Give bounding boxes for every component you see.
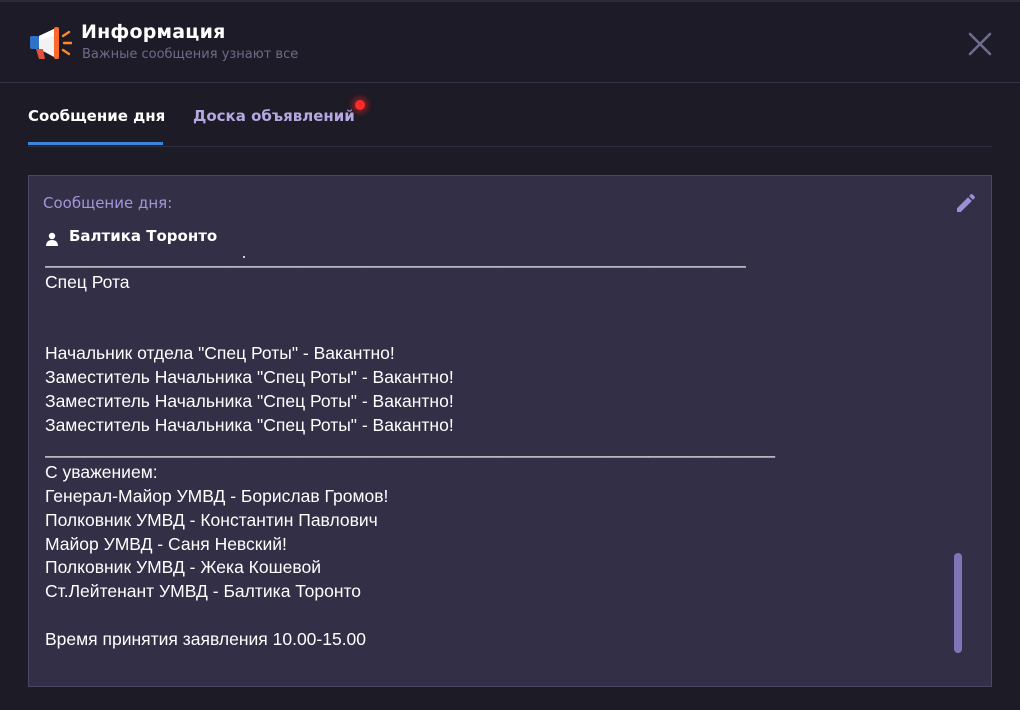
active-tab-indicator — [28, 142, 163, 145]
info-window: Информация Важные сообщения узнают все С… — [0, 0, 1020, 710]
window-title: Информация — [81, 21, 226, 43]
tab-message-of-the-day[interactable]: Сообщение дня — [28, 107, 165, 125]
tab-bar: Сообщение дня Доска объявлений — [28, 84, 992, 147]
pencil-icon[interactable] — [954, 191, 978, 215]
megaphone-icon — [30, 27, 72, 59]
user-icon — [46, 232, 58, 246]
notification-dot — [355, 100, 365, 110]
message-text: ________________________________________… — [45, 248, 775, 649]
scrollbar-thumb[interactable] — [954, 553, 962, 653]
window-header: Информация Важные сообщения узнают все — [0, 2, 1020, 83]
message-panel: Сообщение дня: Балтика Торонто _________… — [28, 175, 992, 687]
close-icon[interactable] — [966, 30, 994, 58]
author-name: Балтика Торонто — [69, 227, 218, 245]
panel-label: Сообщение дня: — [43, 194, 173, 212]
tab-bulletin-board[interactable]: Доска объявлений — [193, 107, 355, 125]
window-subtitle: Важные сообщения узнают все — [82, 47, 299, 62]
